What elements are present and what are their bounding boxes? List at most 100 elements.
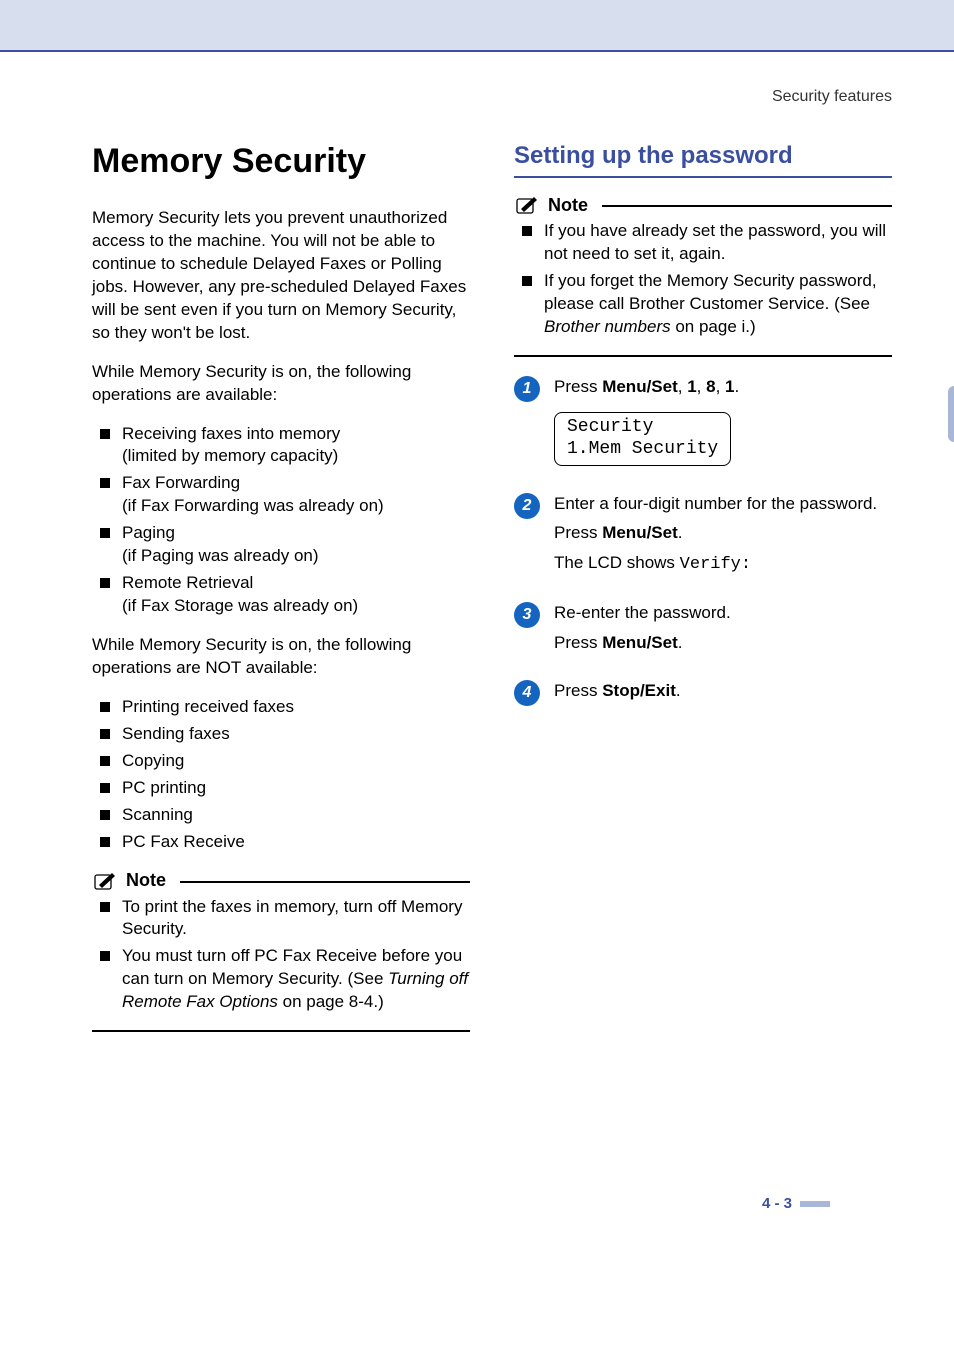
available-intro: While Memory Security is on, the followi… [92, 361, 470, 407]
list-item-text: PC Fax Receive [122, 832, 245, 851]
step-item: 2 Enter a four-digit number for the pass… [514, 492, 892, 583]
note-header: Note [514, 194, 892, 216]
list-item: Copying [92, 750, 470, 773]
note-item-post: on page i.) [671, 317, 756, 336]
step-line: Press Menu/Set, 1, 8, 1. [554, 375, 892, 399]
step-text: , [678, 377, 687, 396]
step-text: Press [554, 377, 602, 396]
list-item-text: Copying [122, 751, 184, 770]
list-item-sub: (if Paging was already on) [122, 545, 470, 568]
step-line: Enter a four-digit number for the passwo… [554, 492, 892, 516]
list-item: Paging (if Paging was already on) [92, 522, 470, 568]
step-text: The LCD shows [554, 553, 680, 572]
list-item-sub: (if Fax Forwarding was already on) [122, 495, 470, 518]
step-number-badge: 1 [514, 376, 540, 402]
list-item: Sending faxes [92, 723, 470, 746]
section-title: Setting up the password [514, 142, 892, 170]
step-number-badge: 3 [514, 602, 540, 628]
note-label: Note [548, 195, 588, 216]
step-text: . [678, 633, 683, 652]
page-number-text: 4 - 3 [762, 1195, 792, 1212]
note-rule [180, 881, 470, 883]
page-number: 4 - 3 [762, 1195, 830, 1212]
breadcrumb: Security features [92, 88, 892, 106]
list-item: Fax Forwarding (if Fax Forwarding was al… [92, 472, 470, 518]
left-note-list: To print the faxes in memory, turn off M… [92, 896, 470, 1015]
note-pencil-icon [92, 870, 120, 892]
note-item-post: on page 8-4.) [278, 992, 384, 1011]
note-item-ref[interactable]: Brother numbers [544, 317, 671, 336]
list-item: PC printing [92, 777, 470, 800]
step-line: The LCD shows Verify: [554, 551, 892, 577]
step-bold: Menu/Set [602, 523, 678, 542]
list-item-text: PC printing [122, 778, 206, 797]
step-item: 3 Re-enter the password. Press Menu/Set. [514, 601, 892, 661]
note-item-pre: If you forget the Memory Security passwo… [544, 271, 877, 313]
list-item-main: Fax Forwarding [122, 473, 240, 492]
step-bold: Menu/Set [602, 377, 678, 396]
steps-list: 1 Press Menu/Set, 1, 8, 1. Security 1.Me… [514, 375, 892, 709]
list-item-text: Printing received faxes [122, 697, 294, 716]
list-item-main: Receiving faxes into memory [122, 424, 340, 443]
right-note-list: If you have already set the password, yo… [514, 220, 892, 339]
note-label: Note [126, 870, 166, 891]
step-item: 1 Press Menu/Set, 1, 8, 1. Security 1.Me… [514, 375, 892, 474]
note-rule [602, 205, 892, 207]
step-line: Press Stop/Exit. [554, 679, 892, 703]
step-text: , [697, 377, 706, 396]
list-item: If you have already set the password, yo… [514, 220, 892, 266]
step-text: . [676, 681, 681, 700]
step-line: Press Menu/Set. [554, 521, 892, 545]
chapter-tab: 4 [948, 386, 954, 442]
list-item-sub: (limited by memory capacity) [122, 445, 470, 468]
step-body: Press Menu/Set, 1, 8, 1. Security 1.Mem … [554, 375, 892, 474]
page-content: 4 Security features Memory Security Memo… [0, 52, 954, 1152]
left-column: Memory Security Memory Security lets you… [92, 142, 470, 1032]
list-item: PC Fax Receive [92, 831, 470, 854]
step-body: Press Stop/Exit. [554, 679, 892, 709]
lcd-display: Security 1.Mem Security [554, 412, 731, 465]
top-band [0, 0, 954, 52]
step-text: . [735, 377, 740, 396]
note-header: Note [92, 870, 470, 892]
step-bold: Menu/Set [602, 633, 678, 652]
list-item-text: Scanning [122, 805, 193, 824]
step-body: Enter a four-digit number for the passwo… [554, 492, 892, 583]
list-item-main: Paging [122, 523, 175, 542]
list-item: If you forget the Memory Security passwo… [514, 270, 892, 339]
step-body: Re-enter the password. Press Menu/Set. [554, 601, 892, 661]
step-number-badge: 4 [514, 680, 540, 706]
step-text: Press [554, 681, 602, 700]
list-item-text: Sending faxes [122, 724, 230, 743]
section-rule [514, 176, 892, 178]
intro-paragraph: Memory Security lets you prevent unautho… [92, 207, 470, 345]
note-item-text: If you have already set the password, yo… [544, 221, 886, 263]
list-item: Receiving faxes into memory (limited by … [92, 423, 470, 469]
list-item-sub: (if Fax Storage was already on) [122, 595, 470, 618]
breadcrumb-text: Security features [772, 88, 892, 105]
note-pencil-icon [514, 194, 542, 216]
list-item: You must turn off PC Fax Receive before … [92, 945, 470, 1014]
note-end-rule [514, 355, 892, 357]
step-number-badge: 2 [514, 493, 540, 519]
note-item-text: To print the faxes in memory, turn off M… [122, 897, 462, 939]
step-line: Re-enter the password. [554, 601, 892, 625]
list-item: Scanning [92, 804, 470, 827]
available-list: Receiving faxes into memory (limited by … [92, 423, 470, 619]
step-text: Press [554, 633, 602, 652]
page-title: Memory Security [92, 142, 470, 181]
step-text: Press [554, 523, 602, 542]
step-bold: Stop/Exit [602, 681, 676, 700]
list-item: Remote Retrieval (if Fax Storage was alr… [92, 572, 470, 618]
list-item-main: Remote Retrieval [122, 573, 253, 592]
step-bold: 8 [706, 377, 715, 396]
step-item: 4 Press Stop/Exit. [514, 679, 892, 709]
list-item: To print the faxes in memory, turn off M… [92, 896, 470, 942]
notavailable-intro: While Memory Security is on, the followi… [92, 634, 470, 680]
step-mono: Verify: [680, 555, 751, 574]
step-line: Press Menu/Set. [554, 631, 892, 655]
step-text: . [678, 523, 683, 542]
step-bold: 1 [687, 377, 696, 396]
list-item: Printing received faxes [92, 696, 470, 719]
step-text: , [716, 377, 725, 396]
